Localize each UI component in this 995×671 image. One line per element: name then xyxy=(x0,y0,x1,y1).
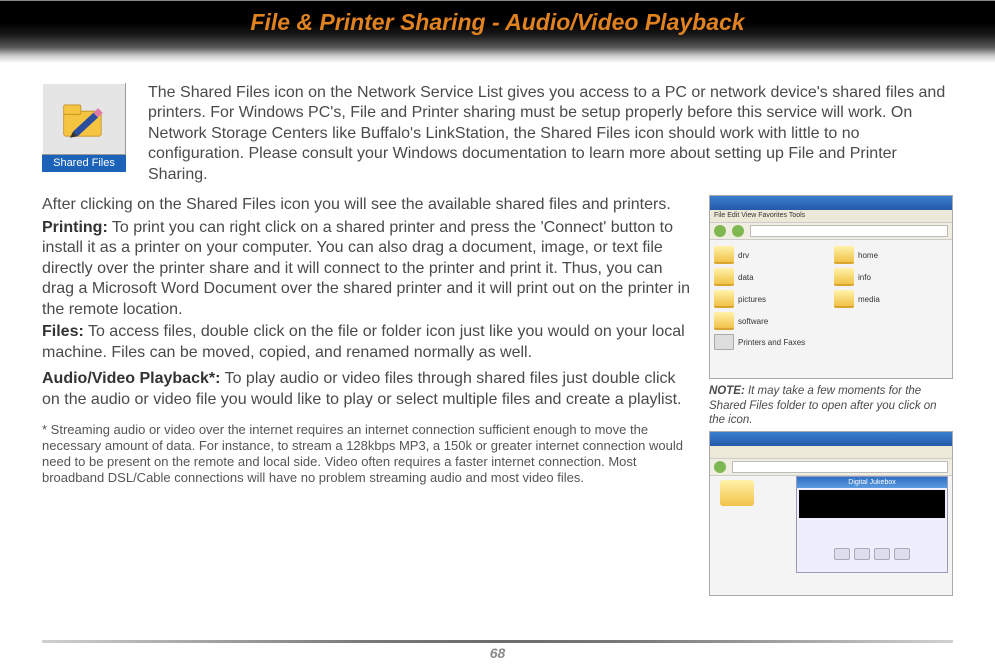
stop-icon xyxy=(874,548,890,560)
folder-item: data xyxy=(714,268,828,286)
prev-icon xyxy=(834,548,850,560)
page-number: 68 xyxy=(490,645,506,661)
player-controls xyxy=(797,548,947,560)
folder-share-icon xyxy=(42,83,126,155)
page-title: File & Printer Sharing - Audio/Video Pla… xyxy=(250,1,744,36)
folder-icon xyxy=(714,290,734,308)
title-bar: File & Printer Sharing - Audio/Video Pla… xyxy=(0,1,995,63)
address-bar xyxy=(750,225,948,237)
printing-label: Printing: xyxy=(42,219,108,236)
note-text: NOTE: It may take a few moments for the … xyxy=(709,384,953,427)
files-label: Files: xyxy=(42,323,84,340)
shared-files-icon-label: Shared Files xyxy=(42,155,126,172)
back-icon xyxy=(714,461,726,473)
folder-item: software xyxy=(714,312,828,330)
folder-icon xyxy=(834,290,854,308)
printer-icon xyxy=(714,334,734,350)
folder-item: info xyxy=(834,268,948,286)
folder-icon xyxy=(834,268,854,286)
explorer-screenshot: File Edit View Favorites Tools drv home … xyxy=(709,195,953,379)
explorer-toolbar xyxy=(710,223,952,240)
after-click-paragraph: After clicking on the Shared Files icon … xyxy=(42,195,691,215)
next-icon xyxy=(894,548,910,560)
av-playback-label: Audio/Video Playback*: xyxy=(42,370,220,387)
folder-icon xyxy=(720,480,754,506)
play-icon xyxy=(854,548,870,560)
printing-paragraph: Printing: To print you can right click o… xyxy=(42,218,691,320)
streaming-footnote: * Streaming audio or video over the inte… xyxy=(42,422,691,485)
folder-icon xyxy=(834,246,854,264)
folder-item: media xyxy=(834,290,948,308)
page-footer: 68 xyxy=(0,640,995,663)
folder-icon xyxy=(714,312,734,330)
player-screenshot: Digital Jukebox xyxy=(709,431,953,596)
folder-icon xyxy=(714,246,734,264)
folder-item: drv xyxy=(714,246,828,264)
note-label: NOTE: xyxy=(709,385,745,397)
folder-item: home xyxy=(834,246,948,264)
printers-item: Printers and Faxes xyxy=(714,334,828,350)
media-player-title: Digital Jukebox xyxy=(797,477,947,488)
folder-icon xyxy=(714,268,734,286)
back-icon xyxy=(714,225,726,237)
folder-item: pictures xyxy=(714,290,828,308)
explorer-menubar: File Edit View Favorites Tools xyxy=(710,210,952,223)
av-playback-paragraph: Audio/Video Playback*: To play audio or … xyxy=(42,369,691,410)
shared-files-app-icon: Shared Files xyxy=(42,83,126,172)
files-paragraph: Files: To access files, double click on … xyxy=(42,322,691,363)
intro-paragraph: The Shared Files icon on the Network Ser… xyxy=(148,83,953,185)
